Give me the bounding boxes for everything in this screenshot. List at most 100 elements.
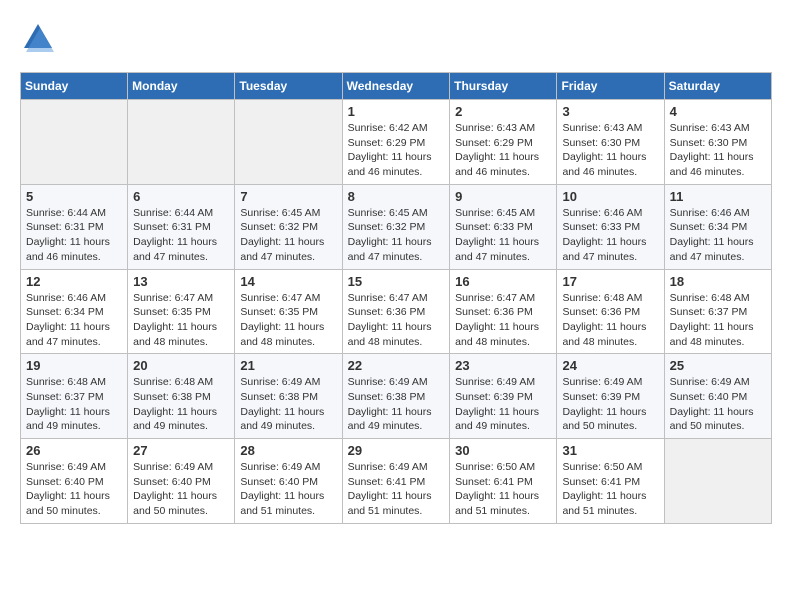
calendar-cell: 20 Sunrise: 6:48 AM Sunset: 6:38 PM Dayli…: [128, 354, 235, 439]
column-header-tuesday: Tuesday: [235, 73, 342, 100]
day-info: Sunrise: 6:49 AM Sunset: 6:40 PM Dayligh…: [670, 375, 766, 434]
day-info: Sunrise: 6:45 AM Sunset: 6:32 PM Dayligh…: [240, 206, 336, 265]
day-info: Sunrise: 6:43 AM Sunset: 6:30 PM Dayligh…: [562, 121, 658, 180]
day-number: 14: [240, 274, 336, 289]
day-info: Sunrise: 6:43 AM Sunset: 6:29 PM Dayligh…: [455, 121, 551, 180]
column-header-monday: Monday: [128, 73, 235, 100]
day-info: Sunrise: 6:49 AM Sunset: 6:40 PM Dayligh…: [26, 460, 122, 519]
day-info: Sunrise: 6:45 AM Sunset: 6:33 PM Dayligh…: [455, 206, 551, 265]
calendar-cell: [128, 100, 235, 185]
calendar-cell: 26 Sunrise: 6:49 AM Sunset: 6:40 PM Dayli…: [21, 439, 128, 524]
day-info: Sunrise: 6:46 AM Sunset: 6:34 PM Dayligh…: [26, 291, 122, 350]
calendar-cell: 21 Sunrise: 6:49 AM Sunset: 6:38 PM Dayli…: [235, 354, 342, 439]
page-header: [20, 20, 772, 56]
day-number: 21: [240, 358, 336, 373]
day-info: Sunrise: 6:49 AM Sunset: 6:38 PM Dayligh…: [348, 375, 445, 434]
day-number: 10: [562, 189, 658, 204]
calendar-cell: [21, 100, 128, 185]
day-info: Sunrise: 6:44 AM Sunset: 6:31 PM Dayligh…: [26, 206, 122, 265]
calendar-cell: 29 Sunrise: 6:49 AM Sunset: 6:41 PM Dayli…: [342, 439, 450, 524]
calendar-cell: 15 Sunrise: 6:47 AM Sunset: 6:36 PM Dayli…: [342, 269, 450, 354]
day-number: 4: [670, 104, 766, 119]
calendar-week-4: 19 Sunrise: 6:48 AM Sunset: 6:37 PM Dayli…: [21, 354, 772, 439]
calendar-cell: 16 Sunrise: 6:47 AM Sunset: 6:36 PM Dayli…: [450, 269, 557, 354]
day-info: Sunrise: 6:48 AM Sunset: 6:37 PM Dayligh…: [26, 375, 122, 434]
calendar-cell: 6 Sunrise: 6:44 AM Sunset: 6:31 PM Daylig…: [128, 184, 235, 269]
day-number: 24: [562, 358, 658, 373]
calendar-cell: 5 Sunrise: 6:44 AM Sunset: 6:31 PM Daylig…: [21, 184, 128, 269]
day-info: Sunrise: 6:50 AM Sunset: 6:41 PM Dayligh…: [455, 460, 551, 519]
day-number: 20: [133, 358, 229, 373]
day-number: 26: [26, 443, 122, 458]
day-info: Sunrise: 6:49 AM Sunset: 6:39 PM Dayligh…: [455, 375, 551, 434]
day-info: Sunrise: 6:49 AM Sunset: 6:41 PM Dayligh…: [348, 460, 445, 519]
day-number: 31: [562, 443, 658, 458]
day-info: Sunrise: 6:48 AM Sunset: 6:37 PM Dayligh…: [670, 291, 766, 350]
calendar-cell: 31 Sunrise: 6:50 AM Sunset: 6:41 PM Dayli…: [557, 439, 664, 524]
day-number: 25: [670, 358, 766, 373]
day-number: 29: [348, 443, 445, 458]
day-number: 19: [26, 358, 122, 373]
calendar-week-3: 12 Sunrise: 6:46 AM Sunset: 6:34 PM Dayli…: [21, 269, 772, 354]
day-number: 6: [133, 189, 229, 204]
day-number: 18: [670, 274, 766, 289]
day-number: 7: [240, 189, 336, 204]
calendar-cell: 10 Sunrise: 6:46 AM Sunset: 6:33 PM Dayli…: [557, 184, 664, 269]
day-number: 12: [26, 274, 122, 289]
calendar-cell: 9Sunrise: 6:45 AM Sunset: 6:33 PM Daylig…: [450, 184, 557, 269]
day-number: 28: [240, 443, 336, 458]
day-info: Sunrise: 6:46 AM Sunset: 6:33 PM Dayligh…: [562, 206, 658, 265]
day-info: Sunrise: 6:50 AM Sunset: 6:41 PM Dayligh…: [562, 460, 658, 519]
day-info: Sunrise: 6:48 AM Sunset: 6:38 PM Dayligh…: [133, 375, 229, 434]
calendar-cell: 8 Sunrise: 6:45 AM Sunset: 6:32 PM Daylig…: [342, 184, 450, 269]
calendar-cell: 11 Sunrise: 6:46 AM Sunset: 6:34 PM Dayli…: [664, 184, 771, 269]
calendar-cell: 19 Sunrise: 6:48 AM Sunset: 6:37 PM Dayli…: [21, 354, 128, 439]
day-info: Sunrise: 6:44 AM Sunset: 6:31 PM Dayligh…: [133, 206, 229, 265]
day-info: Sunrise: 6:42 AM Sunset: 6:29 PM Dayligh…: [348, 121, 445, 180]
calendar-cell: 7 Sunrise: 6:45 AM Sunset: 6:32 PM Daylig…: [235, 184, 342, 269]
calendar-week-2: 5 Sunrise: 6:44 AM Sunset: 6:31 PM Daylig…: [21, 184, 772, 269]
day-number: 23: [455, 358, 551, 373]
column-header-friday: Friday: [557, 73, 664, 100]
column-header-sunday: Sunday: [21, 73, 128, 100]
calendar-cell: 17 Sunrise: 6:48 AM Sunset: 6:36 PM Dayli…: [557, 269, 664, 354]
day-info: Sunrise: 6:43 AM Sunset: 6:30 PM Dayligh…: [670, 121, 766, 180]
day-info: Sunrise: 6:48 AM Sunset: 6:36 PM Dayligh…: [562, 291, 658, 350]
calendar-cell: 14Sunrise: 6:47 AM Sunset: 6:35 PM Dayli…: [235, 269, 342, 354]
day-info: Sunrise: 6:49 AM Sunset: 6:38 PM Dayligh…: [240, 375, 336, 434]
day-info: Sunrise: 6:47 AM Sunset: 6:36 PM Dayligh…: [455, 291, 551, 350]
column-header-saturday: Saturday: [664, 73, 771, 100]
logo: [20, 20, 62, 56]
calendar-cell: 28 Sunrise: 6:49 AM Sunset: 6:40 PM Dayli…: [235, 439, 342, 524]
calendar-cell: 27 Sunrise: 6:49 AM Sunset: 6:40 PM Dayli…: [128, 439, 235, 524]
calendar-header-row: SundayMondayTuesdayWednesdayThursdayFrid…: [21, 73, 772, 100]
day-info: Sunrise: 6:49 AM Sunset: 6:40 PM Dayligh…: [240, 460, 336, 519]
day-info: Sunrise: 6:47 AM Sunset: 6:36 PM Dayligh…: [348, 291, 445, 350]
day-info: Sunrise: 6:46 AM Sunset: 6:34 PM Dayligh…: [670, 206, 766, 265]
calendar-cell: 1Sunrise: 6:42 AM Sunset: 6:29 PM Daylig…: [342, 100, 450, 185]
calendar-cell: [235, 100, 342, 185]
calendar-cell: [664, 439, 771, 524]
column-header-wednesday: Wednesday: [342, 73, 450, 100]
calendar-week-1: 1Sunrise: 6:42 AM Sunset: 6:29 PM Daylig…: [21, 100, 772, 185]
calendar-cell: 3 Sunrise: 6:43 AM Sunset: 6:30 PM Daylig…: [557, 100, 664, 185]
day-info: Sunrise: 6:45 AM Sunset: 6:32 PM Dayligh…: [348, 206, 445, 265]
day-number: 17: [562, 274, 658, 289]
calendar-cell: 30 Sunrise: 6:50 AM Sunset: 6:41 PM Dayli…: [450, 439, 557, 524]
day-number: 5: [26, 189, 122, 204]
calendar-cell: 23 Sunrise: 6:49 AM Sunset: 6:39 PM Dayli…: [450, 354, 557, 439]
calendar-week-5: 26 Sunrise: 6:49 AM Sunset: 6:40 PM Dayli…: [21, 439, 772, 524]
day-number: 8: [348, 189, 445, 204]
day-info: Sunrise: 6:49 AM Sunset: 6:40 PM Dayligh…: [133, 460, 229, 519]
day-number: 3: [562, 104, 658, 119]
column-header-thursday: Thursday: [450, 73, 557, 100]
day-number: 13: [133, 274, 229, 289]
day-number: 30: [455, 443, 551, 458]
day-number: 11: [670, 189, 766, 204]
calendar-cell: 4 Sunrise: 6:43 AM Sunset: 6:30 PM Daylig…: [664, 100, 771, 185]
day-number: 15: [348, 274, 445, 289]
day-info: Sunrise: 6:49 AM Sunset: 6:39 PM Dayligh…: [562, 375, 658, 434]
day-number: 16: [455, 274, 551, 289]
calendar-cell: 2Sunrise: 6:43 AM Sunset: 6:29 PM Daylig…: [450, 100, 557, 185]
day-number: 27: [133, 443, 229, 458]
